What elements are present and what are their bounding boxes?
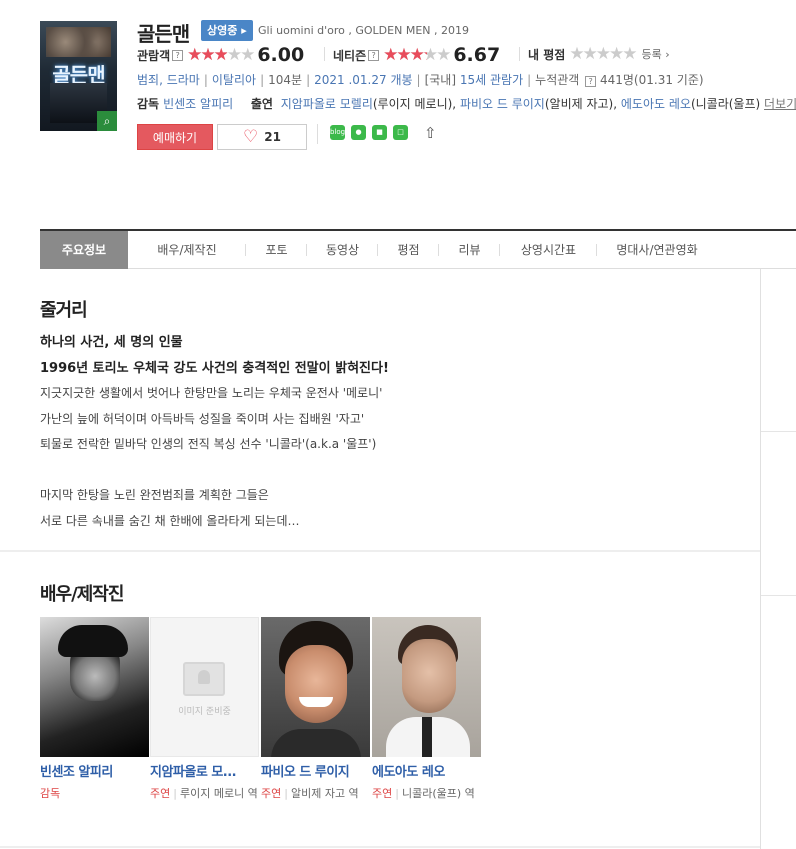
cast-heading: 배우/제작진	[40, 584, 124, 605]
cast-label: 출연	[250, 97, 273, 111]
cast-link-2[interactable]: 파비오 드 루이지	[460, 97, 545, 111]
blog-share-icon[interactable]: blog	[330, 125, 345, 140]
help-icon[interactable]: ?	[172, 49, 184, 61]
tab-cast-crew[interactable]: 배우/제작진	[128, 231, 246, 269]
movie-info-row: 범죄, 드라마 | 이탈리아 | 104분 | 2021 .01.27 개봉 | [국내] 15…	[137, 73, 704, 87]
director-label: 감독	[137, 97, 160, 111]
synopsis-line: 지긋지긋한 생활에서 벗어나 한탕만을 노리는 우체국 운전사 '메로니'	[40, 386, 383, 400]
no-image-text: 이미지 준비중	[178, 707, 231, 717]
synopsis-line: 서로 다른 속내를 숨긴 채 한배에 올라타게 되는데…	[40, 513, 300, 528]
rating-stars: ★★★★★★★★★★	[187, 45, 255, 65]
help-icon[interactable]: ?	[368, 49, 380, 61]
cast-photo[interactable]	[40, 617, 149, 757]
status-badge[interactable]: 상영중 ▸	[201, 20, 253, 41]
movie-poster[interactable]: 골든맨 ⌕	[40, 21, 117, 131]
cast-name[interactable]: 빈센조 알피리	[40, 761, 149, 780]
cast-role-1: (루이지 메로니),	[372, 97, 457, 111]
audience-rating: 관람객? ★★★★★★★★★★ 6.00	[137, 44, 304, 66]
cast-photo[interactable]	[372, 617, 481, 757]
tab-review[interactable]: 리뷰	[439, 231, 500, 269]
release-link[interactable]: 2021 .01.27 개봉	[314, 73, 412, 87]
tab-rating[interactable]: 평점	[378, 231, 439, 269]
cast-name[interactable]: 지암파올로 모...	[150, 761, 259, 780]
heart-icon: ♡	[243, 127, 259, 147]
help-icon[interactable]: ?	[585, 76, 597, 87]
runtime: 104분	[268, 73, 303, 87]
crew-row: 감독 빈센조 알피리 출연 지암파올로 모렐리(루이지 메로니), 파비오 드 루…	[137, 95, 796, 112]
cast-role: 니콜라(울프) 역	[401, 787, 475, 800]
cast-link-1[interactable]: 지암파올로 모렐리	[281, 97, 373, 111]
netizen-rating: 네티즌? ★★★★★★★★★★ 6.67	[333, 44, 500, 66]
country-link[interactable]: 이탈리아	[212, 73, 256, 87]
cast-type: 감독	[40, 787, 61, 800]
cast-photo-placeholder[interactable]: 이미지 준비중	[150, 617, 259, 757]
register-rating-link[interactable]: 등록 ›	[642, 46, 670, 62]
audience-label: 누적관객	[535, 73, 580, 87]
synopsis-bold-line: 하나의 사건, 세 명의 인물	[40, 335, 183, 350]
cast-link-3[interactable]: 에도아도 레오	[621, 97, 691, 111]
tab-video[interactable]: 동영상	[307, 231, 378, 269]
director-link[interactable]: 빈센조 알피리	[163, 97, 233, 111]
synopsis-text: 하나의 사건, 세 명의 인물 1996년 토리노 우체국 강도 사건의 충격적…	[40, 330, 740, 534]
synopsis-line: 가난의 늪에 허덕이며 아득바득 성질을 죽이며 사는 집배원 '자고'	[40, 411, 365, 426]
grade-link[interactable]: 15세 관람가	[460, 73, 523, 87]
rating-stars[interactable]: ★★★★★	[569, 44, 637, 64]
grade-prefix: [국내]	[424, 73, 457, 87]
original-title: Gli uomini d'oro , GOLDEN MEN , 2019	[258, 24, 469, 37]
like-count: 21	[264, 130, 281, 144]
cast-photo[interactable]	[261, 617, 370, 757]
bookmark-share-icon[interactable]: ■	[372, 125, 387, 140]
cast-name[interactable]: 에도아도 레오	[372, 761, 481, 780]
talk-share-icon[interactable]: ●	[351, 125, 366, 140]
cast-name[interactable]: 파비오 드 루이지	[261, 761, 370, 780]
tab-showtimes[interactable]: 상영시간표	[500, 231, 597, 269]
synopsis-line: 퇴물로 전락한 밑바닥 인생의 전직 복싱 선수 '니콜라'(a.k.a '울프…	[40, 437, 377, 451]
cast-type: 주연	[261, 787, 282, 800]
synopsis-bold-line: 1996년 토리노 우체국 강도 사건의 충격적인 전말이 밝혀진다!	[40, 360, 389, 376]
status-badge-label: 상영중	[207, 24, 238, 37]
synopsis-line	[40, 458, 740, 484]
cast-role: 루이지 메로니 역	[179, 787, 258, 800]
tab-photo[interactable]: 포토	[246, 231, 307, 269]
tab-bar: 주요정보 배우/제작진 포토 동영상 평점 리뷰 상영시간표 명대사/연관영화	[40, 229, 796, 269]
tab-main-info[interactable]: 주요정보	[40, 230, 128, 269]
genre-link[interactable]: 범죄, 드라마	[137, 73, 200, 87]
rating-score: 6.67	[453, 44, 501, 66]
rating-stars: ★★★★★★★★★★	[383, 45, 451, 65]
more-link[interactable]: 더보기	[764, 97, 796, 111]
audience-count: 441명(01.31 기준)	[599, 73, 704, 87]
synopsis-heading: 줄거리	[40, 300, 88, 321]
cast-role: 알비제 자고 역	[290, 787, 359, 800]
cast-card[interactable]: 파비오 드 루이지 주연 | 알비제 자고 역	[261, 617, 370, 803]
rating-label: 네티즌	[333, 48, 367, 63]
cast-card[interactable]: 이미지 준비중 지암파올로 모... 주연 | 루이지 메로니 역	[150, 617, 259, 803]
profile-placeholder-icon	[183, 662, 225, 696]
poster-image	[46, 27, 111, 57]
like-button[interactable]: ♡ 21	[217, 124, 307, 150]
my-rating: 내 평점 ★★★★★ 등록 ›	[528, 44, 670, 64]
share-icon[interactable]: ⇧	[424, 124, 437, 142]
tab-quotes[interactable]: 명대사/연관영화	[597, 231, 717, 269]
cast-role-2: (알비제 자고),	[544, 97, 618, 111]
cast-card[interactable]: 빈센조 알피리 감독	[40, 617, 149, 803]
cast-role-3: (니콜라(울프)	[690, 97, 761, 111]
rating-label: 내 평점	[528, 47, 566, 62]
book-button[interactable]: 예매하기	[137, 124, 213, 150]
band-share-icon[interactable]: □	[393, 125, 408, 140]
rating-label: 관람객	[137, 48, 171, 63]
rating-score: 6.00	[257, 44, 305, 66]
cast-card[interactable]: 에도아도 레오 주연 | 니콜라(울프) 역	[372, 617, 481, 803]
page-title: 골든맨	[137, 22, 190, 46]
synopsis-line: 마지막 한탕을 노린 완전범죄를 계획한 그들은	[40, 488, 269, 502]
cast-type: 주연	[150, 787, 171, 800]
zoom-icon[interactable]: ⌕	[97, 111, 117, 131]
cast-type: 주연	[372, 787, 393, 800]
